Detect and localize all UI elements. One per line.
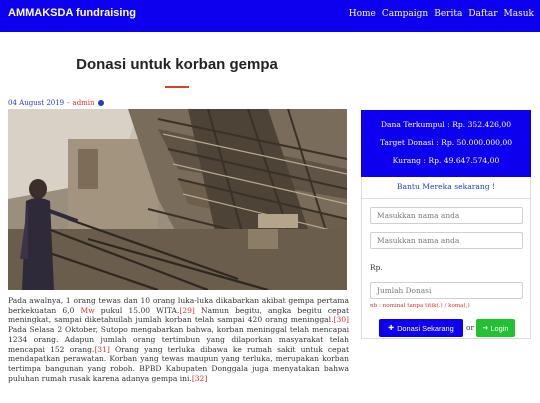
- meta-separator: -: [67, 99, 70, 107]
- title-underline: [165, 86, 189, 88]
- navbar: AMMAKSDA fundraising Home Campaign Berit…: [0, 0, 540, 32]
- nav-menu: Home Campaign Berita Daftar Masuk: [349, 9, 534, 19]
- or-text: or: [466, 323, 474, 332]
- citation-31[interactable]: [31]: [94, 345, 110, 354]
- donation-stats: Dana Terkumpul : Rp. 352.426,00 Target D…: [361, 110, 531, 177]
- donate-now-label: Donasi Sekarang: [397, 323, 454, 333]
- citation-29[interactable]: [29]: [179, 306, 195, 315]
- name-input[interactable]: Masukkan nama anda: [370, 207, 523, 224]
- nav-campaign[interactable]: Campaign: [382, 9, 428, 19]
- donate-now-button[interactable]: ✚ Donasi Sekarang: [379, 319, 463, 337]
- user-plus-icon: ✚: [388, 324, 395, 332]
- earthquake-damage-image: [8, 109, 347, 290]
- login-button[interactable]: ➜ Login: [476, 319, 515, 337]
- donation-sidebar: Dana Terkumpul : Rp. 352.426,00 Target D…: [361, 110, 531, 339]
- name-input-2[interactable]: Masukkan nama anda: [370, 232, 523, 249]
- post-meta: 04 August 2019 - admin: [8, 99, 104, 107]
- funds-remaining: Kurang : Rp. 49.647.574,00: [392, 156, 500, 165]
- article-text-2: pukul 15.00 WITA.: [94, 305, 180, 315]
- amount-input[interactable]: Jumlah Donasi: [370, 282, 523, 299]
- appeal-text: Bantu Mereka sekarang !: [361, 177, 531, 199]
- citation-32[interactable]: [32]: [192, 374, 208, 383]
- nav-berita[interactable]: Berita: [434, 9, 462, 19]
- login-label: Login: [490, 323, 509, 333]
- citation-30[interactable]: [30]: [334, 315, 350, 324]
- funds-collected: Dana Terkumpul : Rp. 352.426,00: [380, 120, 512, 129]
- nav-daftar[interactable]: Daftar: [468, 9, 497, 19]
- currency-label: Rp.: [370, 263, 383, 272]
- nav-home[interactable]: Home: [349, 9, 376, 19]
- brand-logo[interactable]: AMMAKSDA fundraising: [8, 7, 136, 19]
- sign-in-icon: ➜: [482, 324, 489, 332]
- verified-icon: [97, 100, 104, 106]
- article-body: Pada awalnya, 1 orang tewas dan 10 orang…: [8, 296, 349, 383]
- donation-form: Masukkan nama anda Masukkan nama anda Rp…: [361, 199, 531, 339]
- post-author[interactable]: admin: [73, 99, 95, 107]
- post-date: 04 August 2019: [8, 99, 65, 107]
- nav-masuk[interactable]: Masuk: [504, 9, 534, 19]
- campaign-photo: [8, 109, 347, 290]
- amount-note: nb : nominal tanpa titik(.) / koma(,): [370, 303, 470, 309]
- page-title: Donasi untuk korban gempa: [76, 56, 278, 73]
- donation-target: Target Donasi : Rp. 50.000.000,00: [379, 138, 513, 147]
- magnitude-link[interactable]: Mw: [81, 306, 95, 315]
